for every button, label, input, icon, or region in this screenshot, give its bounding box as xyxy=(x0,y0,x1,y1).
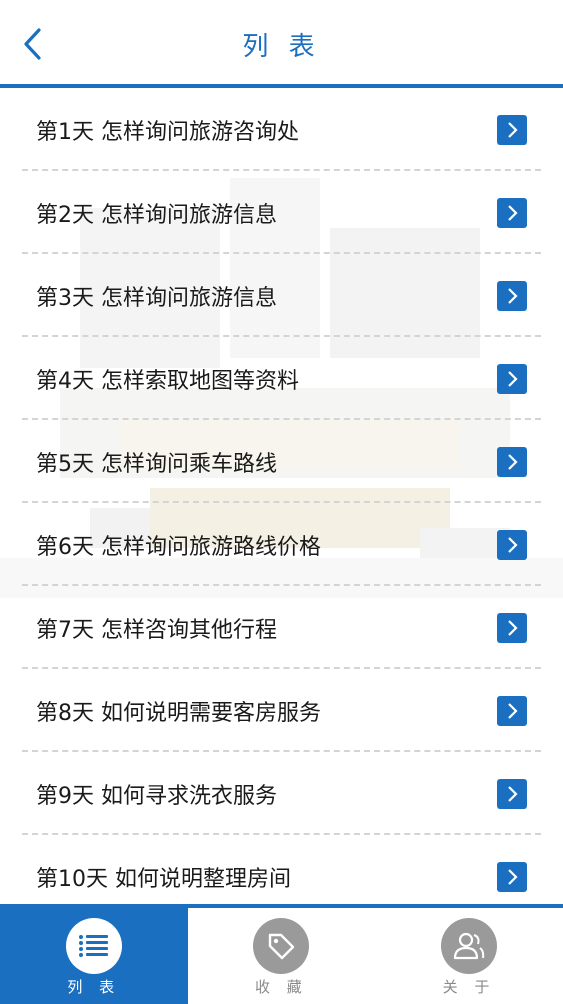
user-icon xyxy=(440,918,497,974)
chevron-right-icon[interactable] xyxy=(497,280,527,311)
page-title: 列 表 xyxy=(242,31,321,62)
header-bar: 列 表 xyxy=(0,0,563,88)
list-item[interactable]: 第5天 怎样询问乘车路线 xyxy=(0,420,563,503)
chevron-right-icon[interactable] xyxy=(497,529,527,560)
list-item[interactable]: 第3天 怎样询问旅游信息 xyxy=(0,254,563,337)
list-item-label: 第9天 如何寻求洗衣服务 xyxy=(36,783,277,809)
list-item-label: 第8天 如何说明需要客房服务 xyxy=(36,700,321,726)
list-item-label: 第5天 怎样询问乘车路线 xyxy=(36,451,277,477)
list-item[interactable]: 第7天 怎样咨询其他行程 xyxy=(0,586,563,669)
list-item-label: 第1天 怎样询问旅游咨询处 xyxy=(36,119,299,145)
list-item[interactable]: 第6天 怎样询问旅游路线价格 xyxy=(0,503,563,586)
tab-favorites-label: 收 藏 xyxy=(255,978,308,996)
chevron-left-icon xyxy=(24,28,41,60)
chevron-right-icon[interactable] xyxy=(497,446,527,477)
chevron-right-icon[interactable] xyxy=(497,695,527,726)
tab-about[interactable]: 关 于 xyxy=(375,908,563,1004)
chevron-right-icon[interactable] xyxy=(497,114,527,145)
chevron-right-icon[interactable] xyxy=(497,778,527,809)
list-item-label: 第3天 怎样询问旅游信息 xyxy=(36,285,277,311)
tag-icon xyxy=(253,918,310,974)
tab-favorites[interactable]: 收 藏 xyxy=(188,908,376,1004)
tab-about-label: 关 于 xyxy=(442,978,496,996)
list-item[interactable]: 第1天 怎样询问旅游咨询处 xyxy=(0,88,563,171)
list-item[interactable]: 第2天 怎样询问旅游信息 xyxy=(0,171,563,254)
list-item[interactable]: 第9天 如何寻求洗衣服务 xyxy=(0,752,563,835)
list-icon xyxy=(65,918,122,974)
chevron-right-icon[interactable] xyxy=(497,612,527,643)
tab-list[interactable]: 列 表 xyxy=(0,908,188,1004)
chevron-right-icon[interactable] xyxy=(497,363,527,394)
list-item-label: 第7天 怎样咨询其他行程 xyxy=(36,617,277,643)
lesson-list: 第1天 怎样询问旅游咨询处 第2天 怎样询问旅游信息 第3天 怎样询问旅游信息 … xyxy=(0,88,563,904)
back-button[interactable] xyxy=(12,22,52,66)
list-item[interactable]: 第4天 怎样索取地图等资料 xyxy=(0,337,563,420)
chevron-right-icon[interactable] xyxy=(497,197,527,228)
chevron-right-icon[interactable] xyxy=(497,861,527,892)
list-item-label: 第2天 怎样询问旅游信息 xyxy=(36,202,277,228)
bottom-tab-bar: 列 表 收 藏 关 于 xyxy=(0,904,563,1004)
list-item-label: 第10天 如何说明整理房间 xyxy=(36,866,291,892)
list-item[interactable]: 第8天 如何说明需要客房服务 xyxy=(0,669,563,752)
tab-list-label: 列 表 xyxy=(67,978,121,996)
list-item-label: 第4天 怎样索取地图等资料 xyxy=(36,368,299,394)
list-item-label: 第6天 怎样询问旅游路线价格 xyxy=(36,534,321,560)
list-item[interactable]: 第10天 如何说明整理房间 xyxy=(0,835,563,904)
